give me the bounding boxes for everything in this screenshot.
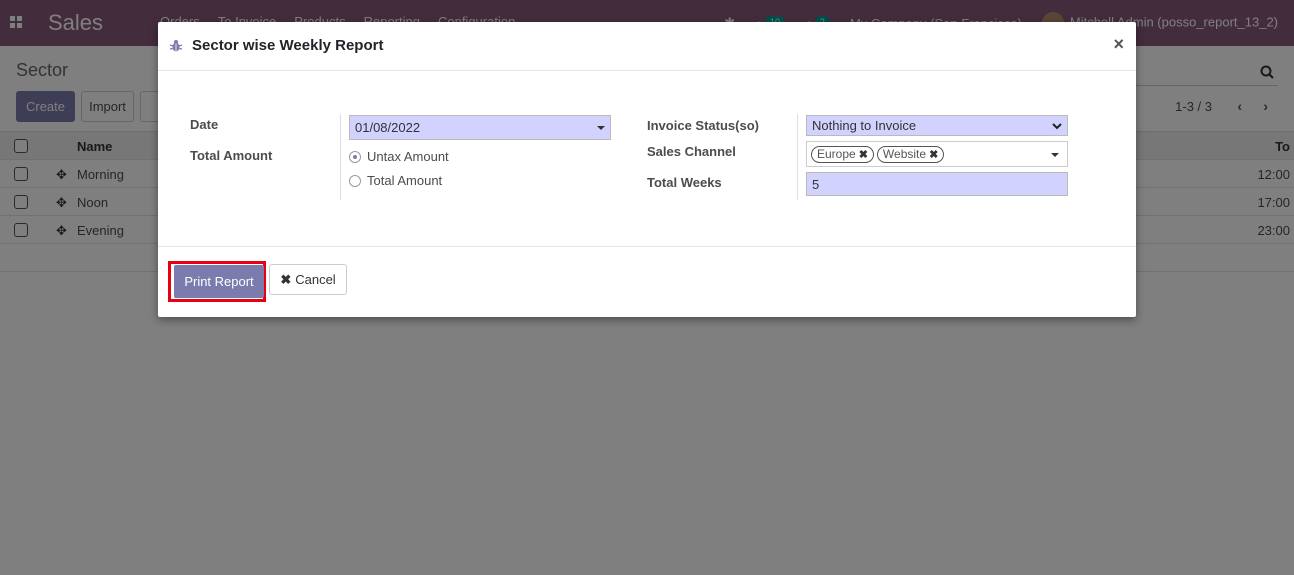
radio-label-untax-amount: Untax Amount [367,149,449,164]
date-value: 01/08/2022 [355,120,421,135]
remove-tag-icon[interactable]: ✖ [929,148,938,161]
total-weeks-value: 5 [812,177,820,192]
tag-europe: Europe ✖ [811,145,874,163]
chevron-down-icon [597,126,605,130]
radio-total-amount[interactable]: Total Amount [349,173,442,188]
tag-label: Europe [817,147,856,161]
dialog-footer: Print Report ✖ Cancel [158,246,1136,317]
field-separator [797,114,798,200]
chevron-down-icon[interactable] [1051,153,1059,157]
cancel-button[interactable]: ✖ Cancel [269,264,347,295]
chevron-down-icon [1052,123,1062,130]
radio-label-total-amount: Total Amount [367,173,443,188]
tag-website: Website ✖ [876,145,945,163]
radio-button-checked[interactable] [349,150,361,163]
report-dialog: Sector wise Weekly Report × Date Total A… [158,22,1136,317]
sales-channel-label: Sales Channel [647,144,736,159]
radio-untax-amount[interactable]: Untax Amount [349,149,449,164]
close-icon: ✖ [280,271,292,287]
tag-label: Website [882,147,927,161]
cancel-label: Cancel [295,272,336,287]
total-amount-label: Total Amount [190,148,273,163]
dialog-header: Sector wise Weekly Report × [158,22,1136,71]
radio-button[interactable] [349,174,361,187]
print-report-button[interactable]: Print Report [174,265,264,298]
date-label: Date [190,117,219,132]
bug-icon [169,40,183,52]
dialog-title: Sector wise Weekly Report [192,37,384,54]
invoice-status-label: Invoice Status(so) [647,118,759,133]
total-weeks-input[interactable]: 5 [806,172,1068,196]
total-weeks-label: Total Weeks [647,175,722,190]
date-field[interactable]: 01/08/2022 [349,115,611,140]
invoice-status-select[interactable]: Nothing to Invoice [806,115,1068,136]
invoice-status-value: Nothing to Invoice [812,118,917,133]
field-separator [340,114,341,200]
remove-tag-icon[interactable]: ✖ [859,148,868,161]
sales-channel-tags-field[interactable]: Europe ✖ Website ✖ [806,141,1068,167]
close-icon[interactable]: × [1113,34,1124,55]
